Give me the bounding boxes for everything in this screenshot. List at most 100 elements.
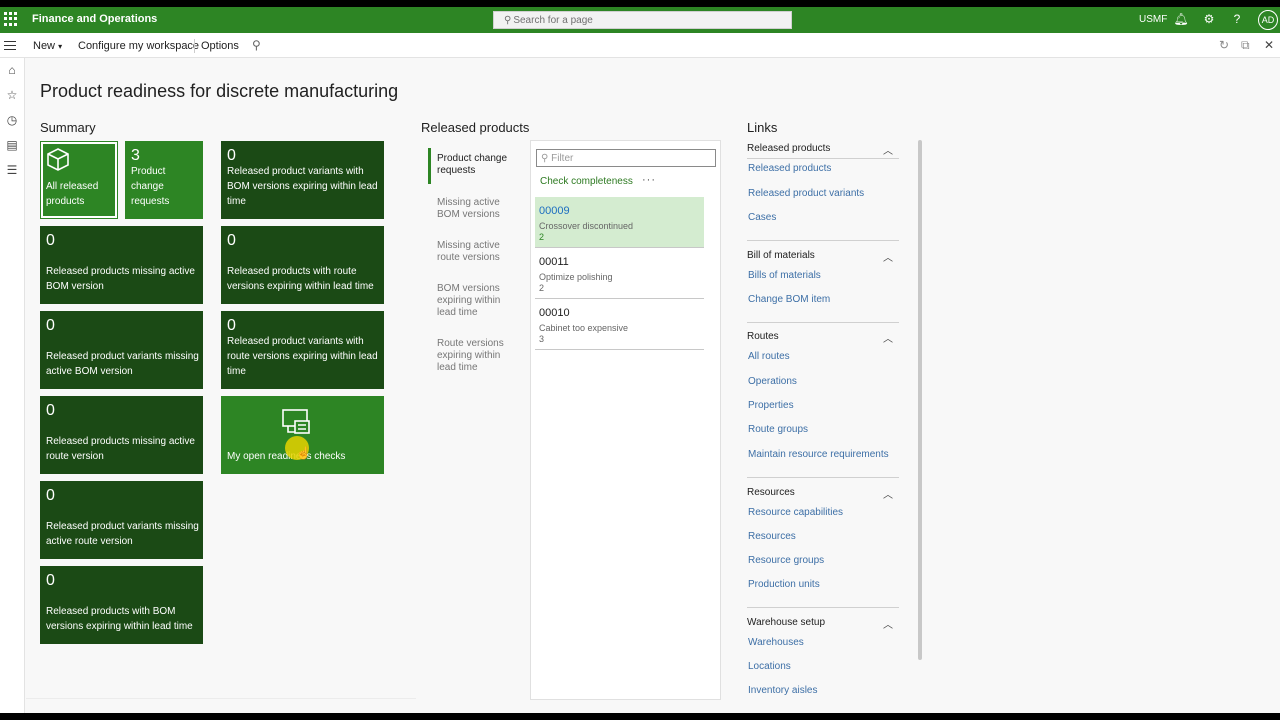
- tile-products-bom-expiring[interactable]: 0 Released products with BOM versions ex…: [40, 566, 203, 644]
- request-description: Crossover discontinued: [539, 221, 634, 231]
- tile-products-missing-route[interactable]: 0 Released products missing active route…: [40, 396, 203, 474]
- workspaces-icon[interactable]: ▤: [5, 138, 19, 152]
- link-released-product-variants[interactable]: Released product variants: [748, 188, 864, 199]
- links-scrollbar[interactable]: [918, 140, 922, 660]
- link-group-title: Routes: [747, 331, 779, 342]
- tile-products-route-expiring[interactable]: 0 Released products with route versions …: [221, 226, 384, 304]
- mouse-pointer-icon: ☝: [296, 446, 311, 460]
- tile-count: 0: [227, 147, 236, 164]
- tile-count: 0: [46, 317, 55, 334]
- home-icon[interactable]: ⌂: [5, 63, 19, 77]
- tile-label: Released products with route versions ex…: [227, 266, 374, 292]
- chevron-up-icon[interactable]: ︿: [883, 616, 893, 631]
- tab-product-change-requests[interactable]: Product change requests: [437, 153, 525, 177]
- chevron-up-icon[interactable]: ︿: [883, 486, 893, 501]
- divider: [747, 322, 899, 323]
- links-title: Links: [747, 120, 778, 135]
- link-group-routes[interactable]: Routes ︿: [747, 331, 899, 349]
- app-title[interactable]: Finance and Operations: [32, 13, 157, 25]
- link-inventory-aisles[interactable]: Inventory aisles: [748, 685, 817, 696]
- link-change-bom-item[interactable]: Change BOM item: [748, 294, 830, 305]
- tile-all-released-products[interactable]: All released products: [40, 141, 118, 219]
- link-group-resources[interactable]: Resources ︿: [747, 487, 899, 505]
- tab-missing-bom-versions[interactable]: Missing active BOM versions: [437, 197, 525, 221]
- app-launcher-icon[interactable]: [4, 12, 18, 26]
- link-resource-capabilities[interactable]: Resource capabilities: [748, 507, 843, 518]
- request-count: 2: [539, 232, 545, 242]
- tile-count: 0: [46, 402, 55, 419]
- request-description: Cabinet too expensive: [539, 323, 629, 333]
- new-button[interactable]: New ▾: [33, 40, 62, 52]
- link-group-title: Bill of materials: [747, 250, 815, 261]
- link-route-groups[interactable]: Route groups: [748, 424, 808, 435]
- tile-count: 0: [227, 317, 236, 334]
- action-separator: [194, 39, 195, 53]
- link-production-units[interactable]: Production units: [748, 579, 820, 590]
- help-icon[interactable]: ?: [1229, 11, 1245, 27]
- filter-input[interactable]: ⚲ Filter: [536, 149, 716, 167]
- link-group-bill-of-materials[interactable]: Bill of materials ︿: [747, 250, 899, 268]
- options-button[interactable]: Options: [201, 40, 239, 52]
- tile-label: Released product variants with route ver…: [227, 336, 378, 377]
- tile-variants-bom-expiring[interactable]: 0 Released product variants with BOM ver…: [221, 141, 384, 219]
- tile-label: All released products: [46, 181, 99, 207]
- tile-count: 3: [131, 147, 140, 164]
- list-item[interactable]: 00010 Cabinet too expensive 3: [535, 299, 704, 350]
- company-picker[interactable]: USMF: [1139, 14, 1167, 25]
- avatar[interactable]: AD: [1258, 10, 1278, 30]
- bell-icon[interactable]: 🔔︎: [1173, 11, 1189, 27]
- filter-placeholder: Filter: [551, 153, 574, 164]
- modules-list-icon[interactable]: ☰: [5, 163, 19, 177]
- tile-variants-route-expiring[interactable]: 0 Released product variants with route v…: [221, 311, 384, 389]
- link-all-routes[interactable]: All routes: [748, 351, 790, 362]
- tile-variants-missing-route[interactable]: 0 Released product variants missing acti…: [40, 481, 203, 559]
- tab-bom-expiring[interactable]: BOM versions expiring within lead time: [437, 283, 515, 319]
- tile-count: 0: [46, 572, 55, 589]
- search-placeholder: Search for a page: [513, 15, 593, 26]
- tile-product-change-requests[interactable]: 3 Product change requests: [125, 141, 203, 219]
- tile-my-open-readiness-checks[interactable]: My open readiness checks: [221, 396, 384, 474]
- link-group-title: Resources: [747, 487, 795, 498]
- link-properties[interactable]: Properties: [748, 400, 794, 411]
- divider: [747, 158, 899, 159]
- chevron-up-icon[interactable]: ︿: [883, 330, 893, 345]
- gear-icon[interactable]: ⚙: [1201, 11, 1217, 27]
- tile-variants-missing-bom[interactable]: 0 Released product variants missing acti…: [40, 311, 203, 389]
- list-item[interactable]: 00011 Optimize polishing 2: [535, 248, 704, 299]
- tile-label: Product change requests: [131, 166, 170, 207]
- check-completeness-button[interactable]: Check completeness: [540, 176, 633, 187]
- close-icon[interactable]: ✕: [1264, 38, 1274, 52]
- request-id: 00011: [539, 256, 569, 268]
- link-released-products[interactable]: Released products: [748, 163, 831, 174]
- configure-workspace-button[interactable]: Configure my workspace: [78, 40, 199, 52]
- refresh-icon[interactable]: ↻: [1219, 38, 1229, 52]
- search-icon: ⚲: [504, 15, 512, 26]
- page-title: Product readiness for discrete manufactu…: [40, 81, 399, 101]
- list-item[interactable]: 00009 Crossover discontinued 2: [535, 197, 704, 248]
- tab-route-expiring[interactable]: Route versions expiring within lead time: [437, 338, 515, 374]
- tab-missing-route-versions[interactable]: Missing active route versions: [437, 240, 525, 264]
- tile-products-missing-bom[interactable]: 0 Released products missing active BOM v…: [40, 226, 203, 304]
- link-resource-groups[interactable]: Resource groups: [748, 555, 824, 566]
- favorites-star-icon[interactable]: ☆: [5, 88, 19, 102]
- open-new-window-icon[interactable]: ⧉: [1241, 38, 1250, 53]
- more-options-icon[interactable]: ···: [642, 174, 656, 186]
- link-operations[interactable]: Operations: [748, 376, 797, 387]
- action-search-icon[interactable]: ⚲: [252, 38, 261, 52]
- chevron-up-icon[interactable]: ︿: [883, 142, 893, 157]
- tile-count: 0: [46, 487, 55, 504]
- tile-count: 0: [227, 232, 236, 249]
- link-resources[interactable]: Resources: [748, 531, 796, 542]
- request-count: 3: [539, 334, 545, 344]
- link-group-warehouse-setup[interactable]: Warehouse setup ︿: [747, 617, 899, 635]
- link-locations[interactable]: Locations: [748, 661, 791, 672]
- link-bills-of-materials[interactable]: Bills of materials: [748, 270, 821, 281]
- page-search-box[interactable]: ⚲ Search for a page: [493, 11, 792, 29]
- chevron-up-icon[interactable]: ︿: [883, 249, 893, 264]
- link-warehouses[interactable]: Warehouses: [748, 637, 804, 648]
- link-cases[interactable]: Cases: [748, 212, 776, 223]
- letterbox-top: [0, 0, 1280, 7]
- link-maintain-resource-requirements[interactable]: Maintain resource requirements: [748, 449, 889, 460]
- navigation-menu-icon[interactable]: [4, 41, 16, 53]
- recent-clock-icon[interactable]: ◷: [5, 113, 19, 127]
